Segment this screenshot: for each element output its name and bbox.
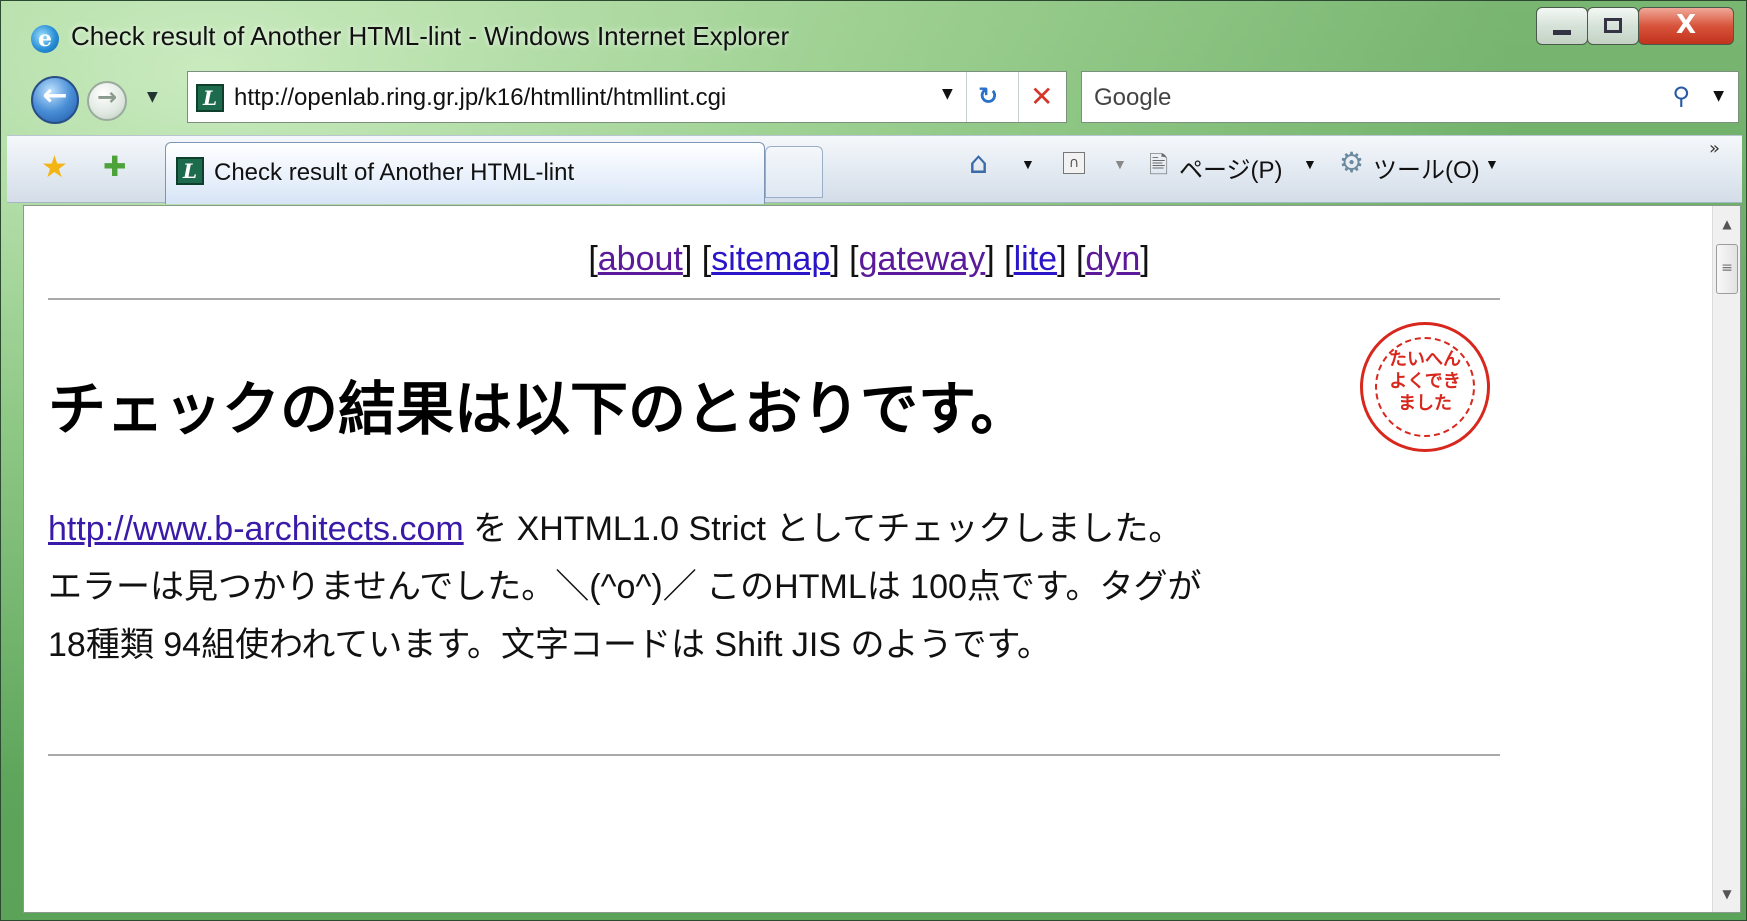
page-icon: L bbox=[196, 84, 224, 112]
search-input[interactable]: Google bbox=[1094, 84, 1171, 112]
home-icon[interactable]: ⌂ bbox=[969, 146, 988, 181]
search-box[interactable]: Google ⚲ ▼ bbox=[1081, 71, 1739, 123]
minimize-icon bbox=[1553, 30, 1571, 35]
feed-icon[interactable]: ∩ bbox=[1063, 152, 1085, 174]
window-controls: X bbox=[1536, 7, 1734, 45]
page-title: チェックの結果は以下のとおりです。 bbox=[48, 375, 1029, 443]
add-favorites-icon[interactable]: ✚ bbox=[103, 150, 126, 183]
approval-stamp: たいへんよくできました bbox=[1360, 322, 1490, 452]
maximize-icon bbox=[1604, 18, 1622, 33]
stop-icon[interactable]: ✕ bbox=[1030, 80, 1053, 113]
maximize-button[interactable] bbox=[1587, 7, 1639, 45]
chevron-icon[interactable]: » bbox=[1709, 138, 1720, 159]
address-dropdown-button[interactable]: ▼ bbox=[942, 86, 953, 102]
new-tab-button[interactable] bbox=[765, 146, 823, 198]
title-bar: e Check result of Another HTML-lint - Wi… bbox=[1, 1, 1746, 73]
recent-pages-dropdown[interactable]: ▼ bbox=[147, 89, 158, 105]
ie-icon: e bbox=[31, 25, 59, 53]
tab-command-bar: ★ ✚ L Check result of Another HTML-lint … bbox=[7, 135, 1742, 204]
navigation-bar: ← → ▼ L http://openlab.ring.gr.jp/k16/ht… bbox=[1, 71, 1746, 129]
search-icon[interactable]: ⚲ bbox=[1672, 82, 1690, 110]
forward-button[interactable]: → bbox=[87, 81, 127, 121]
browser-window: e Check result of Another HTML-lint - Wi… bbox=[0, 0, 1747, 921]
nav-link-about[interactable]: about bbox=[598, 240, 683, 278]
page-menu-dropdown[interactable]: ▼ bbox=[1303, 156, 1317, 172]
result-text-3: 18種類 94組使われています。文字コードは Shift JIS のようです。 bbox=[48, 626, 1052, 664]
window-title: Check result of Another HTML-lint - Wind… bbox=[71, 21, 790, 51]
address-bar[interactable]: L http://openlab.ring.gr.jp/k16/htmllint… bbox=[187, 71, 1067, 123]
search-options-dropdown[interactable]: ▼ bbox=[1713, 88, 1724, 104]
refresh-icon[interactable]: ↻ bbox=[978, 82, 998, 110]
minimize-button[interactable] bbox=[1536, 7, 1588, 45]
back-icon: ← bbox=[42, 78, 68, 113]
nav-link-gateway[interactable]: gateway bbox=[859, 240, 986, 278]
tools-menu-dropdown[interactable]: ▼ bbox=[1485, 156, 1499, 172]
close-button[interactable]: X bbox=[1638, 7, 1734, 45]
close-icon: X bbox=[1675, 10, 1697, 40]
page-icon: L bbox=[176, 157, 204, 185]
checked-url-link[interactable]: http://www.b-architects.com bbox=[48, 510, 464, 548]
nav-link-dyn[interactable]: dyn bbox=[1085, 240, 1140, 278]
vertical-scrollbar[interactable]: ▲ ≡ ▼ bbox=[1712, 206, 1740, 912]
page-menu-button[interactable]: ページ(P) bbox=[1179, 150, 1283, 185]
tools-menu-button[interactable]: ツール(O) bbox=[1373, 150, 1480, 185]
address-input[interactable]: http://openlab.ring.gr.jp/k16/htmllint/h… bbox=[234, 84, 726, 112]
scroll-down-button[interactable]: ▼ bbox=[1713, 880, 1740, 908]
result-text-1: を XHTML1.0 Strict としてチェックしました。 bbox=[463, 510, 1183, 548]
nav-link-lite[interactable]: lite bbox=[1014, 240, 1057, 278]
gear-icon: ⚙ bbox=[1339, 146, 1365, 179]
tab-label: Check result of Another HTML-lint bbox=[214, 159, 575, 186]
page-content: [about] [sitemap] [gateway] [lite] [dyn]… bbox=[23, 205, 1741, 913]
site-nav: [about] [sitemap] [gateway] [lite] [dyn] bbox=[588, 240, 1150, 278]
forward-icon: → bbox=[96, 83, 118, 111]
home-dropdown[interactable]: ▼ bbox=[1021, 156, 1035, 172]
feed-dropdown[interactable]: ▼ bbox=[1113, 156, 1127, 172]
back-button[interactable]: ← bbox=[31, 76, 79, 124]
scroll-up-button[interactable]: ▲ bbox=[1713, 210, 1740, 238]
favorites-star-icon[interactable]: ★ bbox=[41, 150, 68, 185]
result-paragraph: http://www.b-architects.com を XHTML1.0 S… bbox=[48, 500, 1508, 674]
scroll-thumb[interactable]: ≡ bbox=[1716, 244, 1738, 294]
stamp-text: たいへんよくできました bbox=[1389, 349, 1461, 414]
tab-current[interactable]: L Check result of Another HTML-lint bbox=[165, 142, 765, 204]
divider bbox=[48, 298, 1500, 300]
nav-link-sitemap[interactable]: sitemap bbox=[711, 240, 830, 278]
result-text-2: エラーは見つかりませんでした。＼(^o^)／ このHTMLは 100点です。タグ… bbox=[48, 568, 1202, 606]
divider bbox=[48, 754, 1500, 756]
page-menu-icon: 🖹 bbox=[1149, 151, 1169, 179]
